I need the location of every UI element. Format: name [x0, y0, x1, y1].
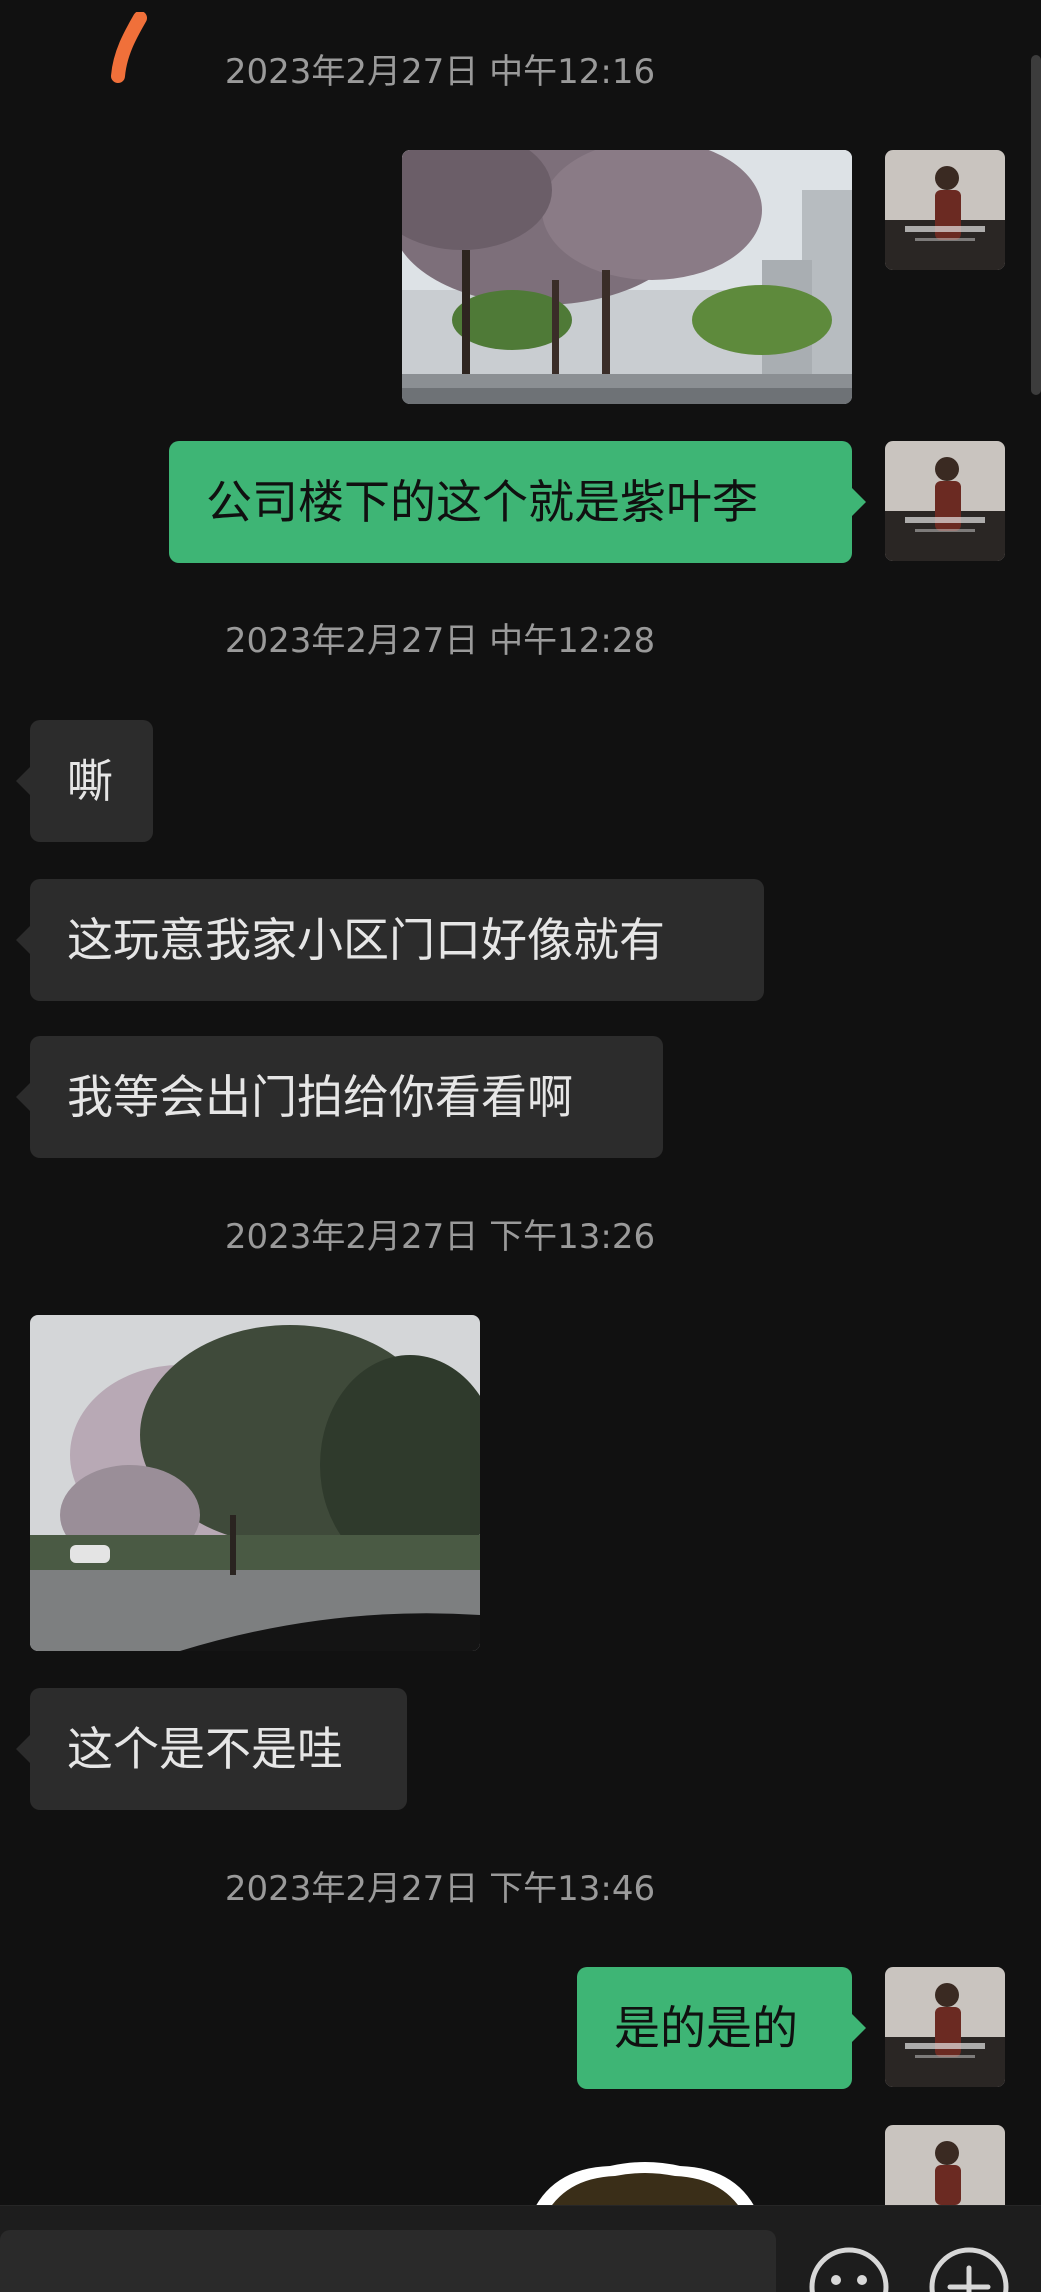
timestamp: 2023年2月27日 下午13:26: [224, 1217, 656, 1257]
message-bubble-sent[interactable]: 公司楼下的这个就是紫叶李: [169, 441, 866, 563]
avatar[interactable]: [885, 441, 1005, 561]
chat-input-bar: [0, 2205, 1041, 2292]
avatar-image: [885, 1967, 1005, 2087]
message-bubble-received[interactable]: 这玩意我家小区门口好像就有: [16, 879, 764, 1001]
timestamp: 2023年2月27日 中午12:28: [224, 621, 656, 661]
avatar[interactable]: [885, 1967, 1005, 2087]
avatar[interactable]: [885, 2125, 1005, 2205]
message-bubble-received[interactable]: 这个是不是哇: [16, 1688, 407, 1810]
sent-photo-tree-street[interactable]: [402, 150, 852, 404]
avatar[interactable]: [885, 150, 1005, 270]
message-bubble-received[interactable]: 嘶: [16, 720, 153, 842]
message-bubble-sent[interactable]: 是的是的: [577, 1967, 866, 2089]
photo-tree-street-image: [402, 150, 852, 404]
emoji-icon[interactable]: [808, 2246, 890, 2292]
timestamp: 2023年2月27日 中午12:16: [224, 52, 656, 92]
timestamp: 2023年2月27日 下午13:46: [224, 1869, 656, 1909]
message-input[interactable]: [0, 2230, 776, 2292]
message-bubble-received[interactable]: 我等会出门拍给你看看啊: [16, 1036, 663, 1158]
scrollbar[interactable]: [1031, 55, 1041, 395]
avatar-image: [885, 2125, 1005, 2205]
plus-circle-icon[interactable]: [928, 2246, 1010, 2292]
chat-screen: 2023年2月27日 中午12:16 公司楼下的这个就是紫叶李 2023年2月2…: [0, 0, 1041, 2292]
avatar-image: [885, 150, 1005, 270]
avatar-image: [885, 441, 1005, 561]
received-photo-blossom-tree[interactable]: [30, 1315, 480, 1651]
photo-blossom-tree-image: [30, 1315, 480, 1651]
